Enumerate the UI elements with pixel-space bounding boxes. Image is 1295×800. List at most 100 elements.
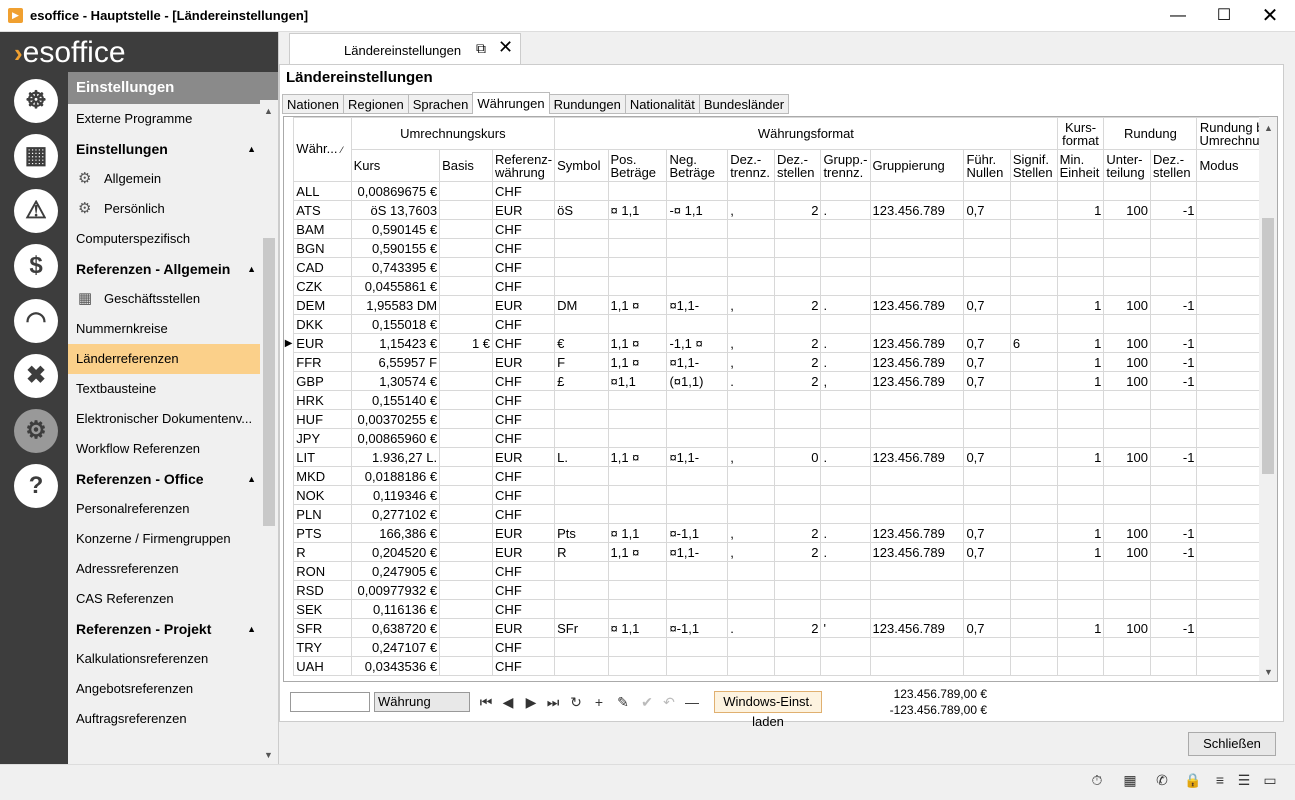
load-windows-settings-button[interactable]: Windows-Einst. laden (714, 691, 822, 729)
grid-cell[interactable] (820, 656, 871, 676)
grid-cell[interactable] (1056, 314, 1105, 334)
grid-cell[interactable] (1009, 390, 1058, 410)
grid-cell[interactable]: CHF (492, 561, 556, 581)
grid-cell[interactable]: 2 (773, 618, 822, 638)
grid-cell[interactable] (554, 637, 609, 657)
grid-cell[interactable]: 0,155018 € (350, 314, 441, 334)
grid-cell[interactable] (869, 485, 965, 505)
grid-cell[interactable] (607, 561, 668, 581)
col-header-gru[interactable]: Gruppierung (869, 149, 965, 182)
grid-cell[interactable] (820, 485, 871, 505)
grid-cell[interactable] (727, 656, 775, 676)
nav-item-branches[interactable]: ▦ Geschäftsstellen (68, 284, 278, 314)
grid-cell[interactable] (439, 504, 494, 524)
grid-cell[interactable]: 1 (1056, 333, 1105, 353)
grid-cell[interactable] (727, 599, 775, 619)
grid-cell[interactable] (1103, 580, 1151, 600)
nav-item-calculation-refs[interactable]: Kalkulationsreferenzen (68, 644, 278, 674)
grid-cell[interactable]: ¤1,1 (607, 371, 668, 391)
grid-cell[interactable] (820, 637, 871, 657)
grid-cell[interactable]: 0,00869675 € (350, 181, 441, 201)
grid-cell[interactable]: EUR (492, 200, 556, 220)
grid-cell[interactable]: 0,155140 € (350, 390, 441, 410)
grid-cell[interactable]: DKK (293, 314, 352, 334)
grid-cell[interactable] (869, 257, 965, 277)
grid-cell[interactable]: 166,386 € (350, 523, 441, 543)
tab-nationen[interactable]: Nationen (282, 94, 345, 114)
grid-cell[interactable] (773, 504, 822, 524)
grid-cell[interactable] (820, 466, 871, 486)
grid-cell[interactable]: EUR (492, 523, 556, 543)
grid-cell[interactable]: CHF (492, 637, 556, 657)
grid-cell[interactable]: . (820, 200, 871, 220)
grid-cell[interactable]: . (820, 295, 871, 315)
grid-cell[interactable] (666, 637, 729, 657)
grid-cell[interactable] (439, 314, 494, 334)
grid-cell[interactable] (727, 390, 775, 410)
grid-cell[interactable]: CHF (492, 219, 556, 239)
grid-cell[interactable] (1056, 599, 1105, 619)
grid-cell[interactable] (820, 409, 871, 429)
grid-cell[interactable]: CHF (492, 466, 556, 486)
nav-item-country-refs[interactable]: Länderreferenzen (68, 344, 278, 374)
grid-cell[interactable]: GBP (293, 371, 352, 391)
table-row[interactable]: BGN 0,590155 € CHF (284, 238, 1277, 258)
grid-cell[interactable]: HUF (293, 409, 352, 429)
grid-cell[interactable] (607, 276, 668, 296)
grid-cell[interactable] (773, 599, 822, 619)
grid-cell[interactable]: PLN (293, 504, 352, 524)
grid-cell[interactable] (439, 599, 494, 619)
grid-cell[interactable]: ¤1,1- (666, 352, 729, 372)
popout-icon[interactable]: ⧉ (476, 40, 486, 57)
grid-cell[interactable] (607, 466, 668, 486)
last-record-button[interactable]: ⏭ (543, 692, 563, 712)
grid-cell[interactable]: . (820, 523, 871, 543)
grid-cell[interactable]: 2 (773, 200, 822, 220)
grid-cell[interactable] (727, 561, 775, 581)
nav-item-cas-refs[interactable]: CAS Referenzen (68, 584, 278, 614)
grid-cell[interactable] (439, 428, 494, 448)
grid-cell[interactable] (554, 504, 609, 524)
grid-cell[interactable] (1009, 542, 1058, 562)
grid-cell[interactable] (1103, 504, 1151, 524)
grid-cell[interactable]: 123.456.789 (869, 618, 965, 638)
scroll-up-icon[interactable]: ▲ (264, 106, 273, 116)
grid-cell[interactable] (963, 599, 1011, 619)
grid-cell[interactable] (963, 485, 1011, 505)
grid-cell[interactable] (1009, 314, 1058, 334)
grid-cell[interactable] (1056, 257, 1105, 277)
grid-cell[interactable]: ALL (293, 181, 352, 201)
grid-cell[interactable]: 0,7 (963, 352, 1011, 372)
grid-cell[interactable] (439, 238, 494, 258)
grid-cell[interactable] (1009, 656, 1058, 676)
grid-cell[interactable]: 1 (1056, 542, 1105, 562)
grid-cell[interactable] (820, 504, 871, 524)
grid-cell[interactable]: EUR (492, 542, 556, 562)
grid-cell[interactable] (554, 238, 609, 258)
grid-cell[interactable]: SFr (554, 618, 609, 638)
col-header-unter[interactable]: Unter- teilung (1103, 149, 1151, 182)
grid-cell[interactable] (1149, 561, 1198, 581)
gears-icon[interactable]: ⚙ (14, 409, 58, 453)
grid-cell[interactable]: . (820, 542, 871, 562)
grid-cell[interactable]: 2 (773, 523, 822, 543)
grid-cell[interactable] (773, 257, 822, 277)
grid-cell[interactable]: 0,7 (963, 523, 1011, 543)
grid-cell[interactable] (607, 219, 668, 239)
grid-cell[interactable] (773, 181, 822, 201)
col-header-min[interactable]: Min. Einheit (1056, 149, 1105, 182)
grid-cell[interactable] (666, 504, 729, 524)
grid-cell[interactable]: 1,30574 € (350, 371, 441, 391)
grid-cell[interactable] (1149, 656, 1198, 676)
grid-cell[interactable] (439, 485, 494, 505)
grid-cell[interactable] (963, 580, 1011, 600)
grid-cell[interactable]: 2 (773, 371, 822, 391)
grid-cell[interactable]: 0,7 (963, 618, 1011, 638)
grid-cell[interactable]: . (820, 352, 871, 372)
tab-regionen[interactable]: Regionen (343, 94, 409, 114)
grid-cell[interactable] (1149, 637, 1198, 657)
grid-cell[interactable] (820, 257, 871, 277)
grid-cell[interactable]: 123.456.789 (869, 295, 965, 315)
table-row[interactable]: JPY 0,00865960 € CHF (284, 428, 1277, 448)
grid-cell[interactable] (727, 409, 775, 429)
